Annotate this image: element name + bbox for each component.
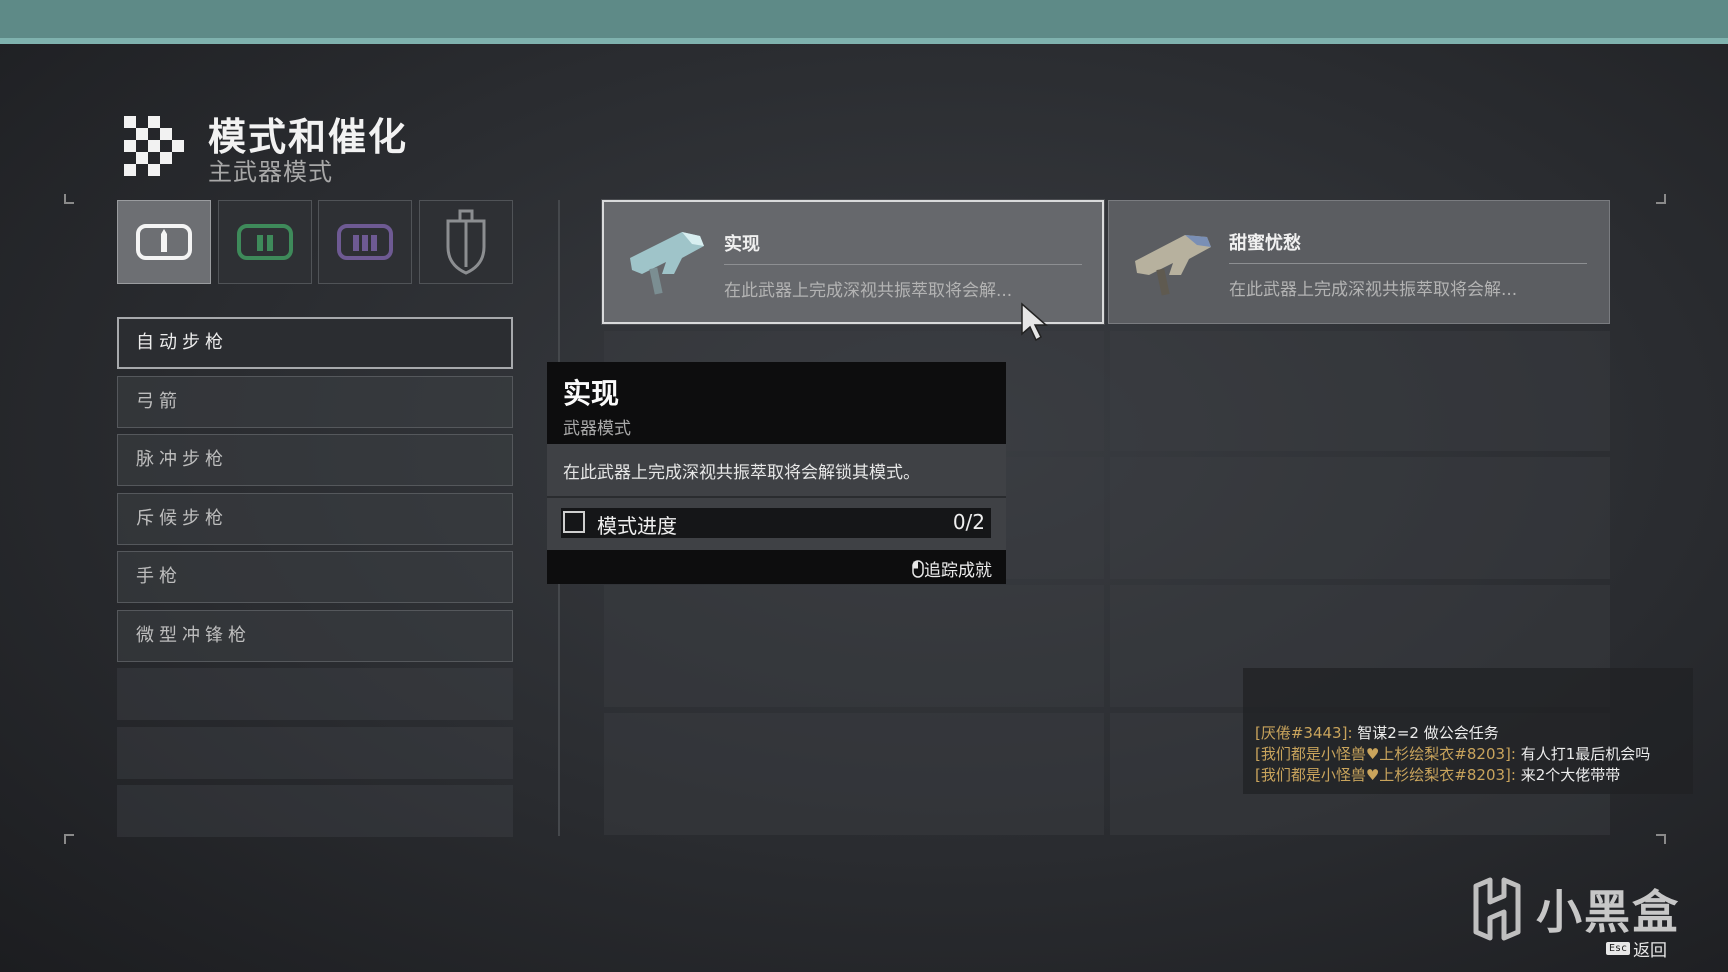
chat-message: [我们都是小怪兽♥上杉绘梨衣#8203]: 有人打1最后机会吗 [1255,743,1650,764]
back-label: 返回 [1633,941,1668,961]
category-empty-slot [117,785,513,837]
track-achievement-button[interactable]: 追踪成就 [912,556,992,581]
top-accent-line [0,38,1728,44]
mod-slot-empty [1110,331,1610,451]
tab-power-weapons[interactable] [318,200,412,284]
frame-corner-tl [64,194,74,204]
chat-message: [我们都是小怪兽♥上杉绘梨衣#8203]: 来2个大佬带带 [1255,764,1620,785]
track-achievement-label: 追踪成就 [924,561,992,581]
frame-corner-tr [1656,194,1666,204]
progress-checkbox [563,511,585,533]
category-pulse-rifle[interactable]: 脉冲步枪 [117,434,513,486]
heybox-watermark: 小黑盒 [1468,876,1680,942]
mod-name: 甜蜜忧愁 [1229,233,1301,254]
tab-ghost-shell[interactable] [419,200,513,284]
category-empty-slot [117,727,513,779]
mouse-button-icon [912,559,924,578]
tooltip-header: 实现 武器模式 [547,362,1006,444]
frame-corner-br [1656,834,1666,844]
mod-card-sweet-sorrow[interactable]: 甜蜜忧愁 在此武器上完成深视共振萃取将会解... [1108,200,1610,324]
progress-value: 0/2 [952,510,985,534]
tooltip-progress-row: 模式进度 0/2 [547,498,1006,550]
category-scout-rifle[interactable]: 斥候步枪 [117,493,513,545]
chat-text: 智谋2=2 做公会任务 [1352,724,1499,742]
mod-separator [1229,263,1587,264]
mod-slot-empty [1110,457,1610,579]
checkered-logo-icon [124,116,184,176]
progress-label: 模式进度 [597,514,677,538]
special-ammo-icon [237,224,293,260]
kinetic-ammo-icon [136,224,192,260]
category-auto-rifle[interactable]: 自动步枪 [117,317,513,369]
tab-energy-weapons[interactable] [218,200,312,284]
mouse-cursor-icon [1021,302,1048,342]
mod-separator [724,264,1082,265]
tooltip-title: 实现 [563,377,620,410]
mod-slot-empty [604,585,1104,707]
chat-sender: [厌倦#3443]: [1255,724,1353,742]
category-empty-slot [117,668,513,720]
watermark-text: 小黑盒 [1536,885,1680,939]
heybox-logo-icon [1473,877,1521,941]
heavy-ammo-icon [337,224,393,260]
tab-kinetic-weapons[interactable] [117,200,211,284]
mod-description: 在此武器上完成深视共振萃取将会解... [1229,280,1518,300]
chat-overlay: [厌倦#3443]: 智谋2=2 做公会任务 [我们都是小怪兽♥上杉绘梨衣#82… [1243,668,1693,794]
tooltip-footer: 追踪成就 [547,550,1006,584]
chat-text: 来2个大佬带带 [1515,766,1621,784]
progress-bar: 模式进度 0/2 [561,508,991,538]
chat-text: 有人打1最后机会吗 [1515,745,1651,763]
frame-corner-bl [64,834,74,844]
tooltip-body: 在此武器上完成深视共振萃取将会解锁其模式。 [547,444,1006,498]
auto-rifle-icon [1135,235,1211,296]
category-smg[interactable]: 微型冲锋枪 [117,610,513,662]
mod-name: 实现 [724,234,760,255]
chat-sender: [我们都是小怪兽♥上杉绘梨衣#8203]: [1255,766,1516,784]
mod-slot-empty [604,713,1104,835]
tooltip-description: 在此武器上完成深视共振萃取将会解锁其模式。 [563,463,920,483]
category-hand-cannon[interactable]: 手枪 [117,551,513,603]
auto-rifle-icon [630,232,704,295]
back-button[interactable]: Esc 返回 [1606,936,1667,961]
chat-message: [厌倦#3443]: 智谋2=2 做公会任务 [1255,722,1499,743]
tooltip-type: 武器模式 [563,419,631,439]
ghost-shell-icon [446,209,486,275]
chat-sender: [我们都是小怪兽♥上杉绘梨衣#8203]: [1255,745,1516,763]
esc-key-icon: Esc [1606,942,1631,955]
mod-description: 在此武器上完成深视共振萃取将会解... [724,281,1013,301]
top-bar [0,0,1728,38]
mod-tooltip: 实现 武器模式 在此武器上完成深视共振萃取将会解锁其模式。 模式进度 0/2 追… [547,362,1006,584]
page-subtitle: 主武器模式 [208,158,333,186]
category-bow[interactable]: 弓箭 [117,376,513,428]
